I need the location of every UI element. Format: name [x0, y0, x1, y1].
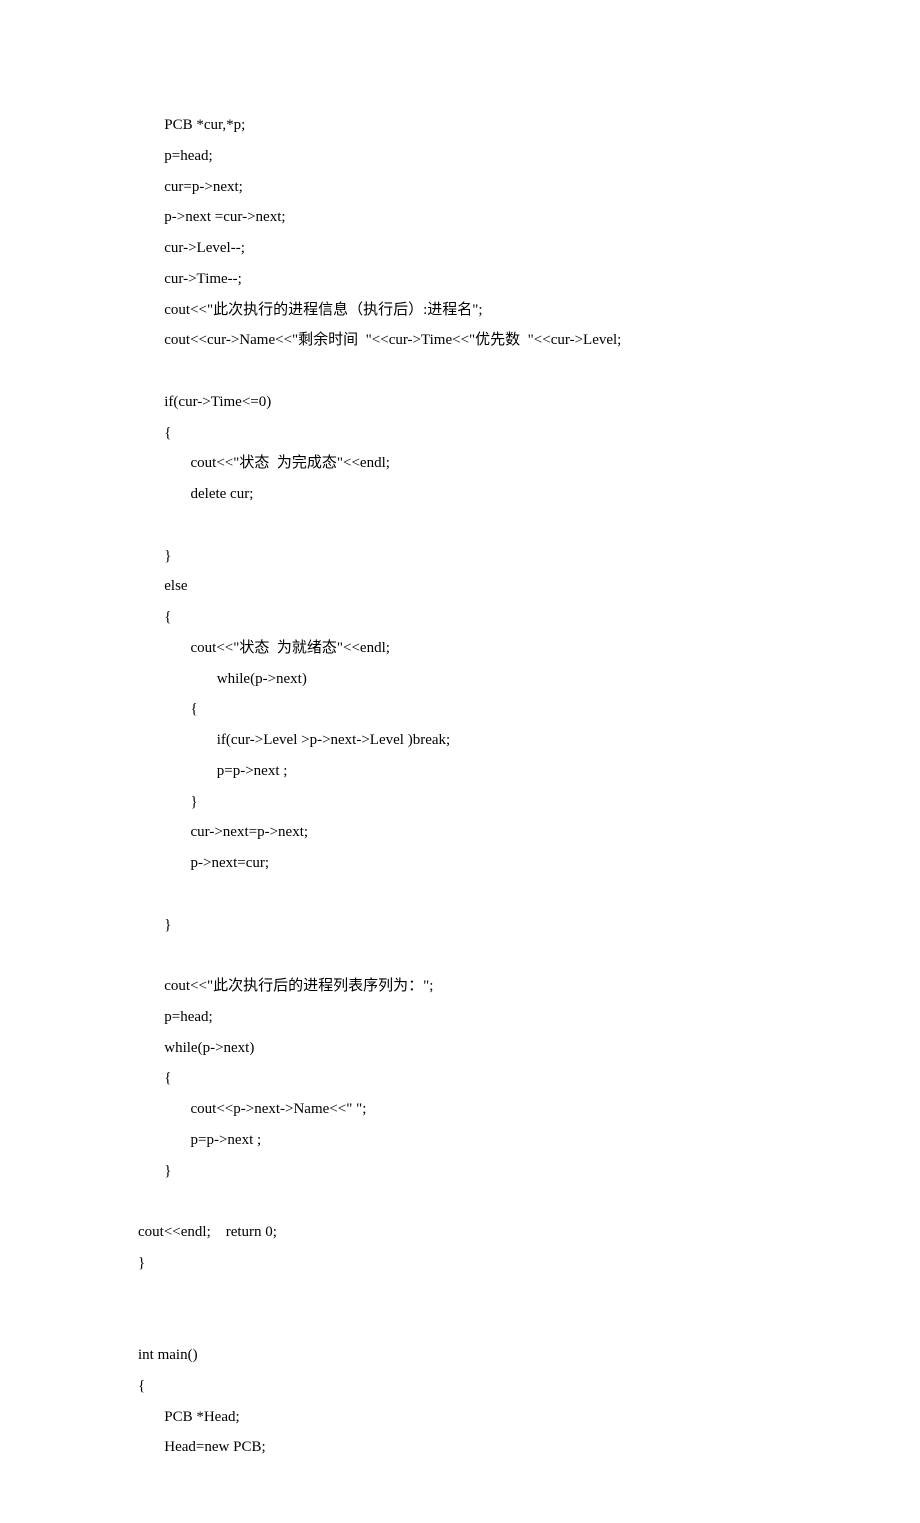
code-content: PCB *cur,*p; p=head; cur=p->next; p->nex… — [138, 117, 621, 1455]
code-document: PCB *cur,*p; p=head; cur=p->next; p->nex… — [0, 0, 920, 1523]
